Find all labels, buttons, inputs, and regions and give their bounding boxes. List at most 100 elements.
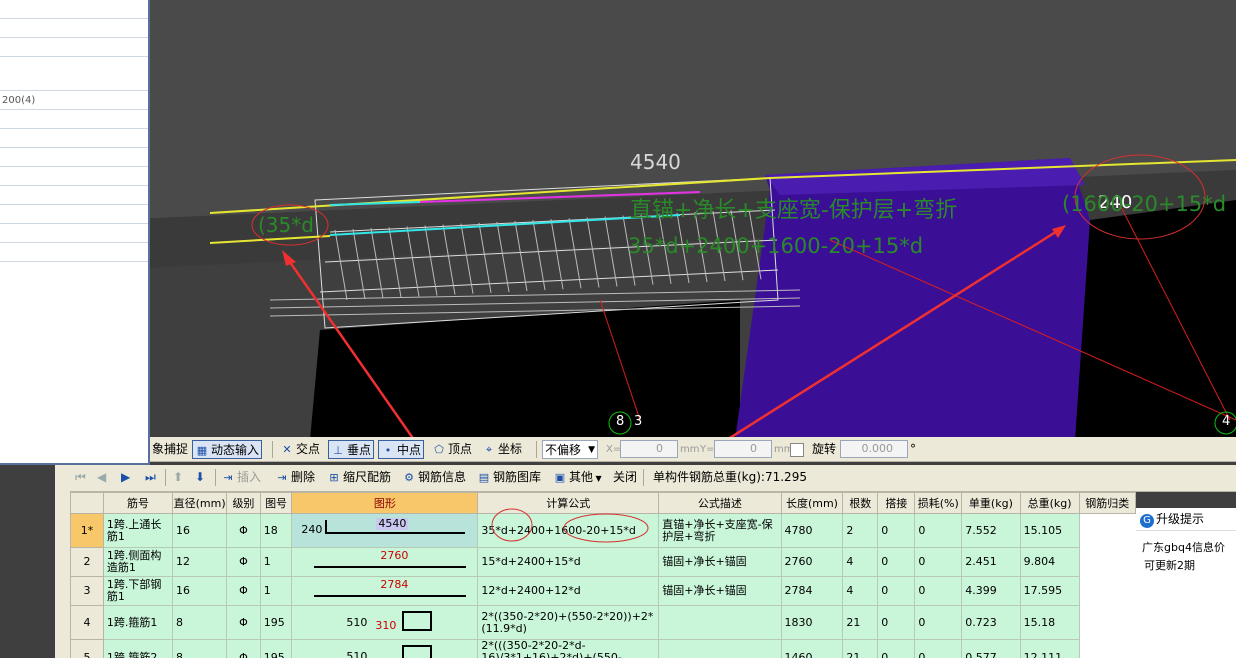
table-row[interactable]: 5 1跨.箍筋2 8 Φ 195 510 2*(((350-2*20-2*d-1…: [70, 639, 1136, 658]
diameter-cell[interactable]: 12: [172, 547, 228, 577]
upgrade-title[interactable]: G 升级提示: [1136, 508, 1236, 531]
figure-number-cell[interactable]: 1: [259, 547, 293, 577]
row-number[interactable]: 4: [70, 605, 104, 640]
3d-viewport[interactable]: 4540 240 (35*d 直锚+净长+支座宽-保护层+弯折 35*d+240…: [0, 0, 1236, 440]
property-row[interactable]: [0, 243, 148, 262]
total-weight-cell[interactable]: 15.18: [1019, 605, 1080, 640]
diameter-cell[interactable]: 8: [172, 605, 228, 640]
property-row[interactable]: [0, 129, 148, 148]
length-cell[interactable]: 2760: [780, 547, 844, 577]
column-header[interactable]: 公式描述: [658, 492, 782, 514]
total-weight-cell[interactable]: 9.804: [1019, 547, 1080, 577]
column-header[interactable]: 总重(kg): [1019, 492, 1080, 514]
table-row[interactable]: 4 1跨.箍筋1 8 Φ 195 510 310 2*((350-2*20)+(…: [70, 605, 1136, 640]
figure-number-cell[interactable]: 195: [259, 605, 293, 640]
property-row[interactable]: [0, 205, 148, 224]
category-cell[interactable]: [1078, 576, 1136, 606]
total-weight-cell[interactable]: 17.595: [1019, 576, 1080, 606]
column-header[interactable]: 图号: [259, 492, 293, 514]
bar-name-cell[interactable]: 1跨.侧面构造筋1: [102, 547, 174, 577]
shape-cell[interactable]: 510: [291, 639, 479, 658]
description-cell[interactable]: 锚固+净长+锚固: [658, 576, 782, 606]
column-header[interactable]: 根数: [842, 492, 879, 514]
description-cell[interactable]: [658, 605, 782, 640]
formula-cell[interactable]: 35*d+2400+1600-20+15*d: [477, 513, 660, 548]
coordinate-snap-button[interactable]: ⌖ 坐标: [480, 440, 524, 459]
figure-number-cell[interactable]: 1: [259, 576, 293, 606]
category-cell[interactable]: [1078, 547, 1136, 577]
grade-cell[interactable]: Φ: [226, 513, 261, 548]
property-row[interactable]: [0, 0, 148, 19]
table-row[interactable]: 2 1跨.侧面构造筋1 12 Φ 1 2760 15*d+2400+15*d 锚…: [70, 547, 1136, 577]
category-cell[interactable]: [1078, 639, 1136, 658]
property-row[interactable]: [0, 224, 148, 243]
table-row[interactable]: 3 1跨.下部钢筋1 16 Φ 1 2784 12*d+2400+12*d 锚固…: [70, 576, 1136, 606]
property-row[interactable]: [0, 72, 148, 91]
rebar-table[interactable]: 筋号 直径(mm) 级别 图号 图形 计算公式 公式描述 长度(mm) 根数 搭…: [70, 492, 1136, 658]
move-up-icon[interactable]: ⬆: [171, 468, 185, 487]
count-cell[interactable]: 4: [842, 547, 879, 577]
bar-name-cell[interactable]: 1跨.上通长筋1: [102, 513, 174, 548]
scale-rebar-button[interactable]: ⊞ 缩尺配筋: [325, 468, 393, 487]
row-number[interactable]: 5: [70, 639, 104, 658]
shape-cell[interactable]: 2784: [291, 576, 479, 606]
midpoint-snap-button[interactable]: • 中点: [378, 440, 425, 459]
row-number[interactable]: 2: [70, 547, 104, 577]
rebar-info-button[interactable]: ⚙ 钢筋信息: [400, 468, 468, 487]
table-row[interactable]: 1* 1跨.上通长筋1 16 Φ 18 240 4540 35*d+2400+1…: [70, 513, 1136, 548]
rotate-angle-input[interactable]: 0.000: [840, 440, 908, 458]
column-header[interactable]: 直径(mm): [172, 492, 228, 514]
lap-cell[interactable]: 0: [877, 605, 916, 640]
description-cell[interactable]: [658, 639, 782, 658]
first-record-icon[interactable]: ⏮: [73, 468, 88, 487]
upgrade-notice-panel[interactable]: G 升级提示 广东gbq4信息价 可更新2期: [1136, 508, 1236, 658]
formula-cell[interactable]: 12*d+2400+12*d: [477, 576, 660, 606]
grade-cell[interactable]: Φ: [226, 605, 261, 640]
figure-number-cell[interactable]: 18: [259, 513, 293, 548]
formula-cell[interactable]: 2*(((350-2*20-2*d-16)/3*1+16)+2*d)+(550-…: [477, 639, 660, 658]
count-cell[interactable]: 21: [842, 605, 879, 640]
bar-name-cell[interactable]: 1跨.下部钢筋1: [102, 576, 174, 606]
shape-cell[interactable]: 240 4540: [291, 513, 479, 548]
lap-cell[interactable]: 0: [877, 513, 916, 548]
upgrade-line-1[interactable]: 广东gbq4信息价: [1136, 531, 1236, 555]
total-weight-cell[interactable]: 15.105: [1019, 513, 1080, 548]
next-record-icon[interactable]: ▶: [119, 468, 132, 487]
bar-name-cell[interactable]: 1跨.箍筋2: [102, 639, 174, 658]
description-cell[interactable]: 锚固+净长+锚固: [658, 547, 782, 577]
property-row[interactable]: [0, 38, 148, 57]
property-row[interactable]: [0, 19, 148, 38]
category-cell[interactable]: [1078, 513, 1136, 548]
unit-weight-cell[interactable]: 0.577: [961, 639, 1021, 658]
category-cell[interactable]: [1078, 605, 1136, 640]
property-row[interactable]: [0, 186, 148, 205]
x-coordinate-input[interactable]: 0: [620, 440, 678, 458]
rebar-library-button[interactable]: ▤ 钢筋图库: [475, 468, 543, 487]
diameter-cell[interactable]: 16: [172, 576, 228, 606]
length-cell[interactable]: 4780: [780, 513, 844, 548]
length-cell[interactable]: 1830: [780, 605, 844, 640]
perpendicular-snap-button[interactable]: ⊥ 垂点: [328, 440, 375, 459]
move-down-icon[interactable]: ⬇: [193, 468, 207, 487]
rotate-checkbox[interactable]: [790, 443, 804, 457]
y-coordinate-input[interactable]: 0: [714, 440, 772, 458]
vertex-snap-button[interactable]: ⬠ 顶点: [430, 440, 474, 459]
row-number[interactable]: 1*: [70, 513, 104, 548]
column-header[interactable]: 图形: [291, 492, 479, 514]
property-row[interactable]: [0, 167, 148, 186]
unit-weight-cell[interactable]: 7.552: [961, 513, 1021, 548]
unit-weight-cell[interactable]: 2.451: [961, 547, 1021, 577]
offset-select[interactable]: 不偏移 ▼: [542, 440, 598, 459]
loss-cell[interactable]: 0: [914, 639, 963, 658]
column-header[interactable]: 搭接: [877, 492, 916, 514]
diameter-cell[interactable]: 8: [172, 639, 228, 658]
column-header[interactable]: 单重(kg): [961, 492, 1021, 514]
length-cell[interactable]: 2784: [780, 576, 844, 606]
row-number[interactable]: 3: [70, 576, 104, 606]
loss-cell[interactable]: 0: [914, 576, 963, 606]
total-weight-cell[interactable]: 12.111: [1019, 639, 1080, 658]
close-button[interactable]: 关闭: [611, 468, 639, 487]
description-cell[interactable]: 直锚+净长+支座宽-保护层+弯折: [658, 513, 782, 548]
formula-cell[interactable]: 15*d+2400+15*d: [477, 547, 660, 577]
shape-cell[interactable]: 2760: [291, 547, 479, 577]
